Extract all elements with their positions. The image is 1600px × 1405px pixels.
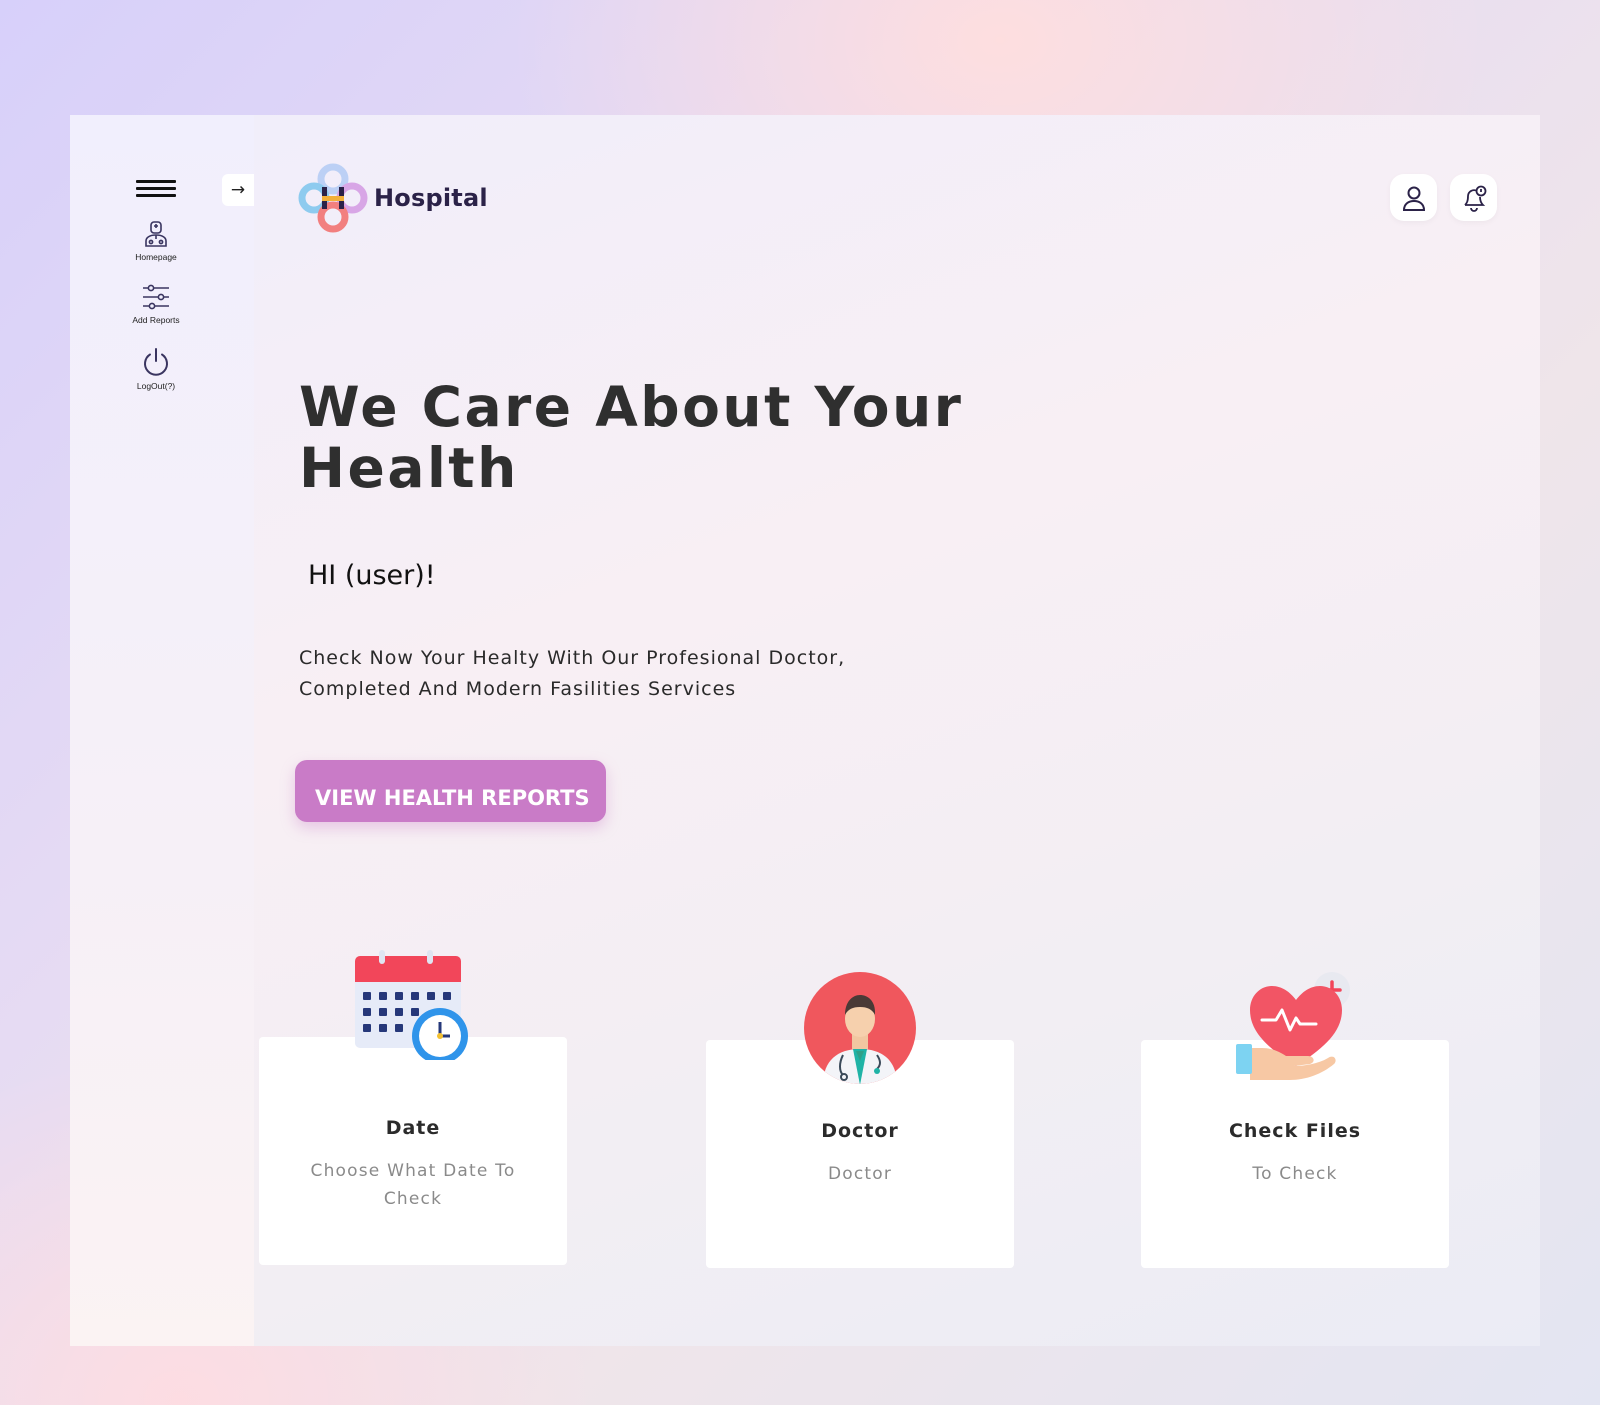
app-window: → Homepage Add Reports LogOut(?) Hospita… [70, 115, 1540, 1346]
calendar-clock-icon [355, 950, 468, 1060]
card-title: Doctor [821, 1120, 899, 1142]
card-description: To Check [1252, 1164, 1338, 1184]
power-icon [144, 348, 168, 376]
sidebar: → Homepage Add Reports LogOut(?) [70, 115, 254, 1346]
menu-toggle-icon[interactable] [136, 180, 176, 198]
hero-title: We Care About Your Health [299, 375, 964, 500]
hero-subtitle: Check Now Your Healty With Our Profesion… [299, 647, 846, 700]
card-description: Doctor [827, 1164, 893, 1184]
sidebar-item-homepage[interactable]: Homepage [111, 220, 201, 262]
sidebar-item-label: LogOut(?) [136, 381, 176, 391]
sidebar-item-label: Add Reports [132, 315, 180, 325]
card-date[interactable]: Date Choose What Date To Check [259, 1037, 567, 1265]
logo-text: Hospital [374, 184, 488, 212]
card-description: Choose What Date To Check [310, 1161, 516, 1209]
expand-arrow-icon[interactable]: → [222, 174, 254, 206]
card-title: Date [385, 1117, 441, 1139]
doctor-icon [145, 221, 167, 247]
heart-hand-icon [1236, 972, 1350, 1080]
profile-button[interactable] [1390, 174, 1437, 221]
greeting: HI (user)! [308, 560, 436, 591]
notifications-button[interactable] [1450, 174, 1497, 221]
sidebar-item-add-reports[interactable]: Add Reports [111, 283, 201, 325]
card-title: Check Files [1228, 1120, 1362, 1142]
view-health-reports-button[interactable]: VIEW HEALTH REPORTS [295, 760, 606, 822]
doctor-avatar-icon [804, 972, 916, 1084]
app-logo[interactable]: Hospital [298, 163, 488, 233]
user-icon [1402, 186, 1425, 211]
hospital-logo-icon [298, 163, 368, 233]
bell-icon [1463, 185, 1486, 212]
sidebar-item-logout[interactable]: LogOut(?) [111, 347, 201, 391]
sliders-icon [143, 284, 169, 310]
sidebar-item-label: Homepage [135, 252, 177, 262]
